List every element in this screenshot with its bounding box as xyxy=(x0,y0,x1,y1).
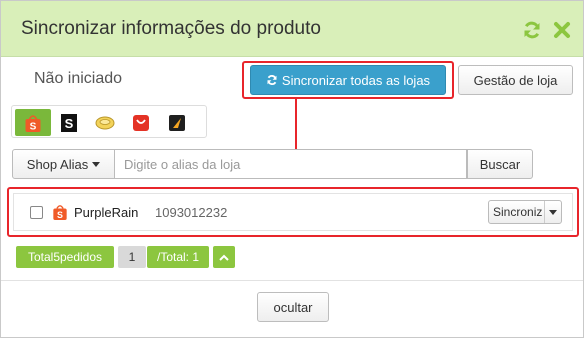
page-total-label: /Total: 1 xyxy=(156,250,200,264)
shop-alias-label: Shop Alias xyxy=(26,156,89,172)
platform-play[interactable] xyxy=(159,109,195,136)
store-search: Shop Alias Buscar xyxy=(12,149,533,179)
platform-coin[interactable] xyxy=(87,109,123,136)
close-icon[interactable] xyxy=(551,19,573,41)
platform-shein[interactable]: S xyxy=(51,109,87,136)
shopee-icon: S xyxy=(52,203,68,226)
shopee-icon: S xyxy=(25,114,41,132)
store-checkbox[interactable] xyxy=(30,206,43,219)
chevron-down-icon[interactable] xyxy=(544,201,561,223)
page-number[interactable]: 1 xyxy=(118,246,146,268)
store-id: 1093012232 xyxy=(155,205,228,220)
store-management-button[interactable]: Gestão de loja xyxy=(458,65,573,95)
svg-text:S: S xyxy=(65,116,74,131)
store-sync-dropdown[interactable]: Sincroniz xyxy=(488,200,562,224)
chevron-up-icon xyxy=(219,254,229,261)
footer-divider xyxy=(1,280,583,281)
coin-icon xyxy=(95,116,115,129)
refresh-icon[interactable] xyxy=(521,19,543,41)
dialog-title: Sincronizar informações do produto xyxy=(21,18,321,39)
hide-button-label: ocultar xyxy=(273,299,313,315)
page-up-button[interactable] xyxy=(213,246,235,268)
total-orders-label: Total5pedidos xyxy=(27,250,103,264)
sync-all-button[interactable]: Sincronizar todas as lojas xyxy=(250,65,446,95)
list-item: S PurpleRain 1093012232 Sincroniz xyxy=(13,193,573,231)
platform-shopee[interactable]: S xyxy=(15,109,51,136)
svg-text:S: S xyxy=(30,121,37,132)
store-sync-label: Sincroniz xyxy=(493,205,543,219)
sync-all-label: Sincronizar todas as lojas xyxy=(281,72,431,88)
page-total: /Total: 1 xyxy=(147,246,209,268)
store-management-label: Gestão de loja xyxy=(473,72,558,88)
aliexpress-icon xyxy=(133,114,149,131)
store-alias-input[interactable] xyxy=(115,149,467,179)
shop-alias-dropdown[interactable]: Shop Alias xyxy=(12,149,115,179)
play-icon xyxy=(169,114,185,131)
store-name: PurpleRain xyxy=(74,205,139,220)
dialog-header: Sincronizar informações do produto xyxy=(1,1,583,57)
platform-aliexpress[interactable] xyxy=(123,109,159,136)
chevron-down-icon xyxy=(92,161,101,167)
total-orders-badge: Total5pedidos xyxy=(16,246,114,268)
platform-filter: S S xyxy=(11,105,207,138)
sync-icon xyxy=(267,75,277,85)
sync-status: Não iniciado xyxy=(34,70,123,87)
sync-dialog: Sincronizar informações do produto Não i… xyxy=(0,0,584,338)
search-button-label: Buscar xyxy=(479,156,521,172)
shein-icon: S xyxy=(61,113,77,132)
page-number-label: 1 xyxy=(128,250,136,264)
search-button[interactable]: Buscar xyxy=(467,149,533,179)
svg-text:S: S xyxy=(57,210,63,220)
hide-button[interactable]: ocultar xyxy=(257,292,329,322)
